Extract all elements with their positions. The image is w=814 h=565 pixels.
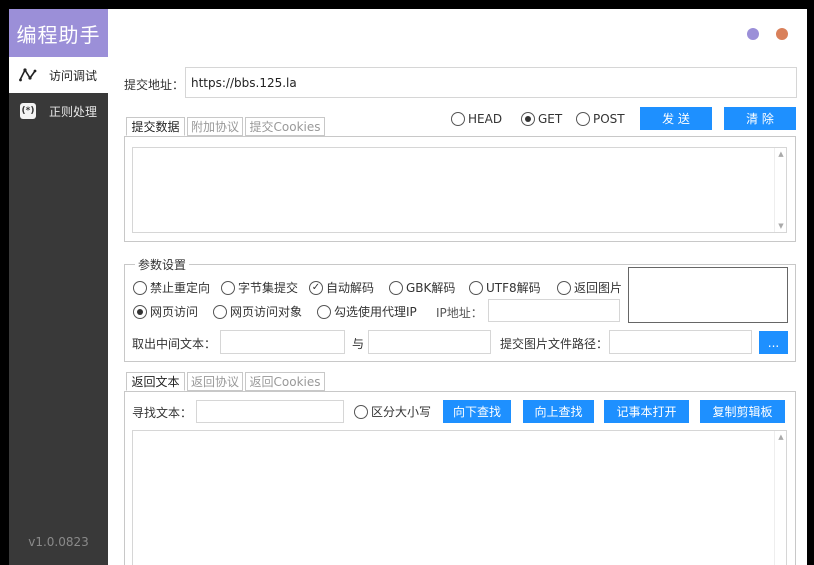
browse-button[interactable]: ... <box>759 331 788 354</box>
image-path-label: 提交图片文件路径： <box>500 337 609 351</box>
radio-circle <box>469 280 483 295</box>
sidebar-item-regex[interactable]: (*) 正则处理 <box>9 93 108 129</box>
submit-data-textarea[interactable]: ▲ ▼ <box>132 147 787 233</box>
radio-circle <box>557 280 571 295</box>
scroll-up-icon[interactable]: ▲ <box>775 433 787 441</box>
extract-start-input[interactable] <box>220 330 345 354</box>
app-logo: 编程助手 <box>9 9 108 57</box>
option-return-image[interactable]: 返回图片 <box>557 279 622 296</box>
option-label: 勾选使用代理IP <box>334 305 417 319</box>
radio-circle <box>317 304 331 319</box>
tab-submit-cookies[interactable]: 提交Cookies <box>245 117 325 136</box>
radio-circle <box>133 304 147 319</box>
option-web-access-object[interactable]: 网页访问对象 <box>213 303 302 320</box>
app-version: v1.0.0823 <box>28 535 89 549</box>
sidebar-item-label: 正则处理 <box>49 104 98 119</box>
radio-circle <box>354 404 368 419</box>
option-auto-decode[interactable]: ✓ 自动解码 <box>309 279 374 296</box>
option-label: 网页访问 <box>150 305 199 319</box>
sidebar: 编程助手 访问调试 (*) 正则处理 v1.0.0823 <box>9 9 108 565</box>
radio-label: HEAD <box>468 112 503 126</box>
close-button[interactable] <box>776 28 788 40</box>
find-input[interactable] <box>196 400 344 423</box>
method-head-radio[interactable]: HEAD <box>451 112 502 126</box>
scroll-down-icon[interactable]: ▼ <box>775 222 787 230</box>
response-panel: 寻找文本： 区分大小写 向下查找 向上查找 记事本打开 复制剪辑板 ▲ <box>124 391 796 565</box>
option-label: GBK解码 <box>406 281 456 295</box>
sidebar-item-label: 访问调试 <box>49 68 98 83</box>
clear-button[interactable]: 清 除 <box>724 107 796 130</box>
return-text-textarea[interactable]: ▲ <box>132 430 787 565</box>
send-button[interactable]: 发 送 <box>640 107 712 130</box>
ip-input[interactable] <box>488 299 620 322</box>
request-panel: ▲ ▼ <box>124 136 796 242</box>
radio-circle <box>576 112 590 126</box>
find-up-button[interactable]: 向上查找 <box>523 400 594 423</box>
radio-circle <box>221 280 235 295</box>
minimize-button[interactable] <box>747 28 759 40</box>
method-get-radio[interactable]: GET <box>521 112 562 126</box>
tab-submit-data[interactable]: 提交数据 <box>126 117 185 136</box>
extract-label: 取出中间文本： <box>132 337 217 351</box>
find-label: 寻找文本： <box>132 406 193 420</box>
option-bytes-submit[interactable]: 字节集提交 <box>221 279 298 296</box>
sidebar-item-debug[interactable]: 访问调试 <box>9 57 108 93</box>
url-input[interactable]: https://bbs.125.la <box>185 67 797 98</box>
tab-return-cookies[interactable]: 返回Cookies <box>245 372 325 391</box>
option-gbk-decode[interactable]: GBK解码 <box>389 279 455 296</box>
option-label: 返回图片 <box>574 281 623 295</box>
option-utf8-decode[interactable]: UTF8解码 <box>469 279 541 296</box>
find-down-button[interactable]: 向下查找 <box>443 400 511 423</box>
ip-label: IP地址： <box>436 306 483 320</box>
copy-clipboard-button[interactable]: 复制剪辑板 <box>700 400 785 423</box>
tab-extra-protocol[interactable]: 附加协议 <box>187 117 243 136</box>
check-icon: ✓ <box>309 280 323 295</box>
pulse-icon <box>19 66 37 84</box>
option-web-access[interactable]: 网页访问 <box>133 303 198 320</box>
scrollbar[interactable]: ▲ ▼ <box>774 148 786 232</box>
radio-label: GET <box>538 112 563 126</box>
radio-circle <box>451 112 465 126</box>
url-label: 提交地址： <box>124 78 185 92</box>
scroll-up-icon[interactable]: ▲ <box>775 150 787 158</box>
url-value: https://bbs.125.la <box>191 75 297 90</box>
tab-return-protocol[interactable]: 返回协议 <box>187 372 243 391</box>
radio-label: POST <box>593 112 625 126</box>
option-use-proxy[interactable]: 勾选使用代理IP <box>317 303 417 320</box>
option-no-redirect[interactable]: 禁止重定向 <box>133 279 210 296</box>
method-post-radio[interactable]: POST <box>576 112 625 126</box>
extract-end-input[interactable] <box>368 330 491 354</box>
case-sensitive-option[interactable]: 区分大小写 <box>354 403 431 420</box>
radio-circle <box>521 112 535 126</box>
radio-circle <box>213 304 227 319</box>
option-label: 自动解码 <box>326 281 375 295</box>
radio-circle <box>389 280 403 295</box>
tab-return-text[interactable]: 返回文本 <box>126 372 185 391</box>
and-label: 与 <box>352 337 365 351</box>
scrollbar[interactable]: ▲ <box>774 431 786 565</box>
option-label: 禁止重定向 <box>150 281 211 295</box>
option-label: UTF8解码 <box>486 281 541 295</box>
option-label: 字节集提交 <box>238 281 299 295</box>
params-title: 参数设置 <box>135 256 190 273</box>
image-path-input[interactable] <box>609 330 752 354</box>
app-window: 编程助手 访问调试 (*) 正则处理 v1.0.0823 提交地址： https… <box>9 9 807 565</box>
option-label: 网页访问对象 <box>230 305 303 319</box>
regex-icon: (*) <box>19 102 37 120</box>
notepad-open-button[interactable]: 记事本打开 <box>604 400 689 423</box>
image-preview-box <box>628 267 788 323</box>
option-label: 区分大小写 <box>371 405 432 419</box>
radio-circle <box>133 280 147 295</box>
